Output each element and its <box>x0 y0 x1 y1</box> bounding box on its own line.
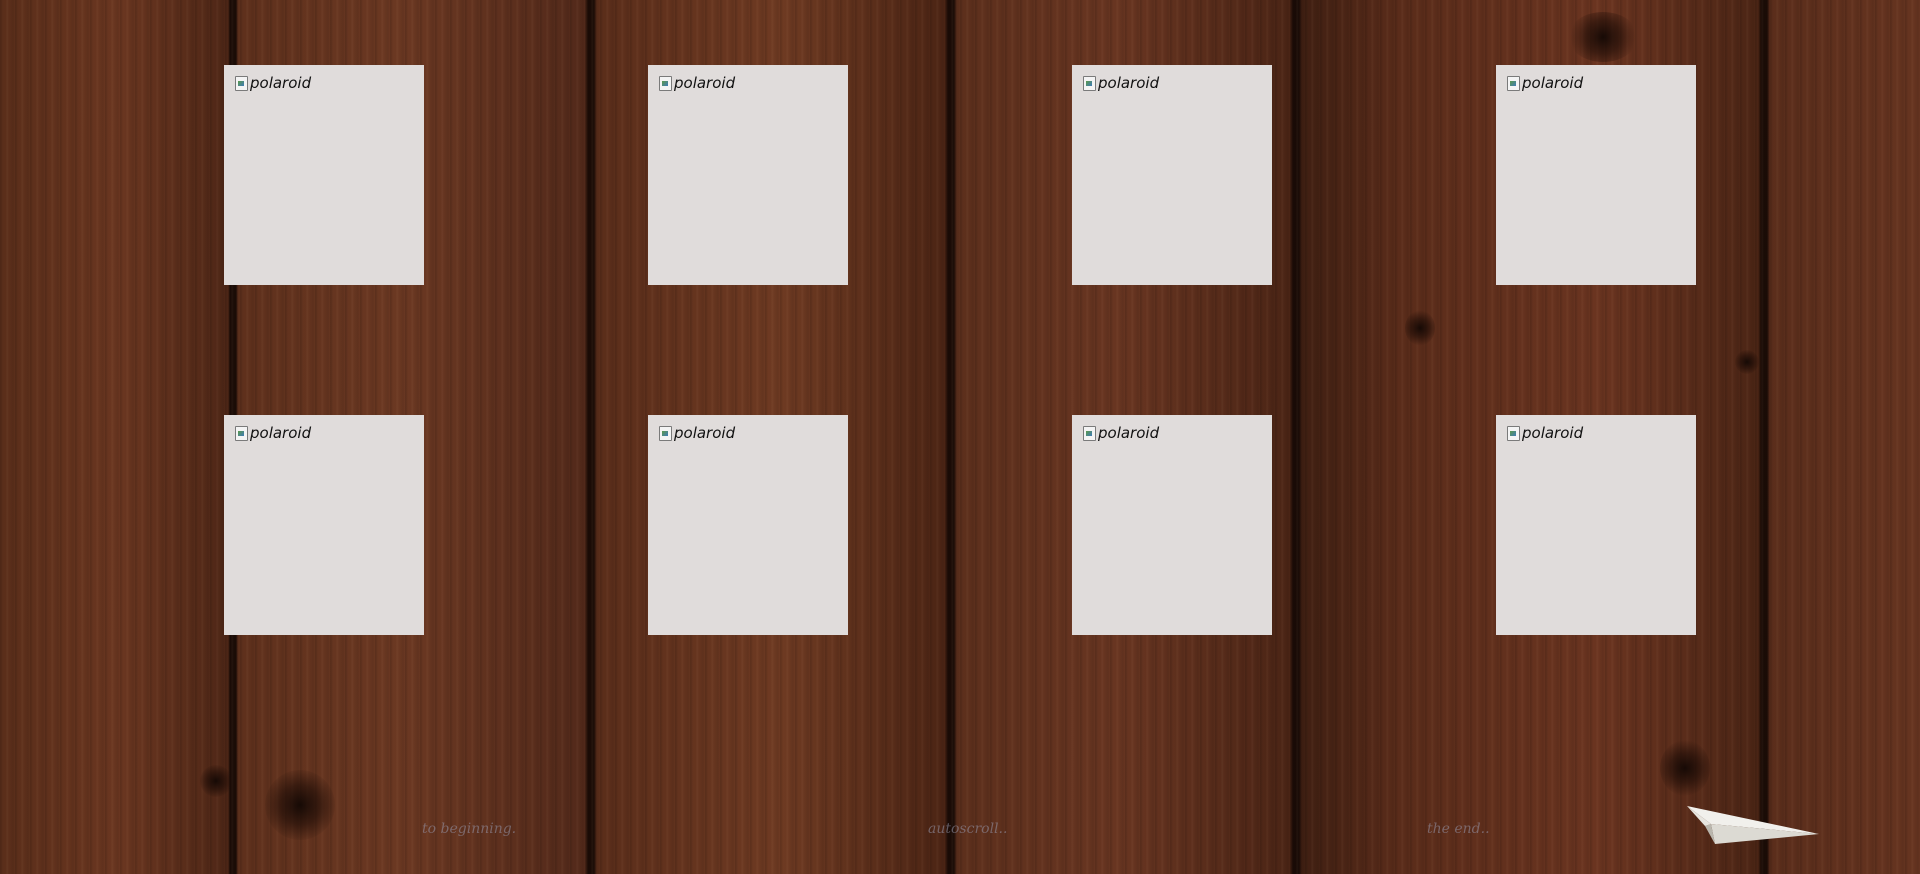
polaroid-card[interactable]: polaroid <box>1496 65 1696 285</box>
to-beginning-link[interactable]: to beginning. <box>422 821 516 837</box>
polaroid-alt-text: polaroid <box>250 423 312 442</box>
polaroid-card[interactable]: polaroid <box>224 65 424 285</box>
broken-image-icon <box>234 425 248 441</box>
polaroid-alt-text: polaroid <box>1522 423 1584 442</box>
polaroid-alt-text: polaroid <box>674 423 736 442</box>
polaroid-alt-text: polaroid <box>250 73 312 92</box>
polaroid-alt-text: polaroid <box>1522 73 1584 92</box>
broken-image-icon <box>1506 75 1520 91</box>
polaroid-alt-text: polaroid <box>1098 423 1160 442</box>
autoscroll-link[interactable]: autoscroll.. <box>928 821 1007 837</box>
wood-knot <box>1568 12 1638 62</box>
broken-image-icon <box>658 425 672 441</box>
polaroid-card[interactable]: polaroid <box>1072 65 1272 285</box>
polaroid-card[interactable]: polaroid <box>1496 415 1696 635</box>
polaroid-image: polaroid <box>1082 425 1159 441</box>
wood-knot <box>1660 740 1710 796</box>
polaroid-image: polaroid <box>658 425 735 441</box>
polaroid-card[interactable]: polaroid <box>648 415 848 635</box>
wood-knot <box>1735 350 1759 374</box>
broken-image-icon <box>234 75 248 91</box>
polaroid-card[interactable]: polaroid <box>648 65 848 285</box>
polaroid-card[interactable]: polaroid <box>1072 415 1272 635</box>
broken-image-icon <box>658 75 672 91</box>
polaroid-alt-text: polaroid <box>674 73 736 92</box>
polaroid-card[interactable]: polaroid <box>224 415 424 635</box>
polaroid-image: polaroid <box>234 425 311 441</box>
polaroid-image: polaroid <box>1082 75 1159 91</box>
wood-knot <box>265 770 335 840</box>
polaroid-image: polaroid <box>234 75 311 91</box>
polaroid-alt-text: polaroid <box>1098 73 1160 92</box>
wood-knot <box>200 765 232 797</box>
polaroid-image: polaroid <box>1506 425 1583 441</box>
broken-image-icon <box>1082 425 1096 441</box>
polaroid-image: polaroid <box>658 75 735 91</box>
polaroid-image: polaroid <box>1506 75 1583 91</box>
broken-image-icon <box>1506 425 1520 441</box>
broken-image-icon <box>1082 75 1096 91</box>
wood-knot <box>1405 310 1435 346</box>
the-end-link[interactable]: the end.. <box>1427 821 1490 837</box>
paper-plane-icon[interactable] <box>1685 800 1821 850</box>
